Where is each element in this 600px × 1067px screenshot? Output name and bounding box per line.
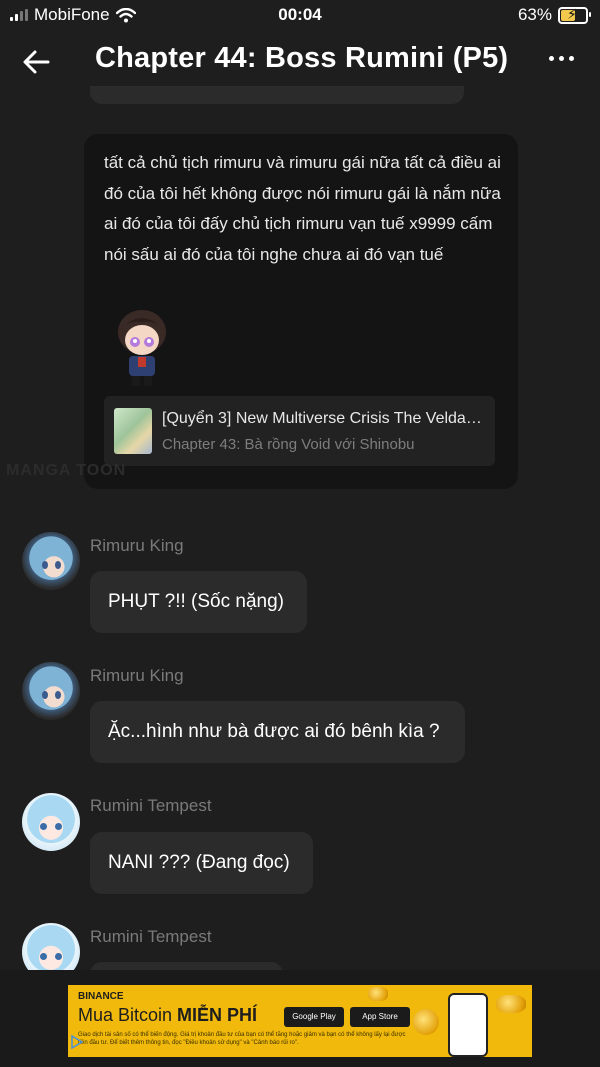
app-store-badge[interactable]: App Store <box>350 1007 410 1027</box>
ad-headline-bold: MIỄN PHÍ <box>177 1005 258 1025</box>
back-button[interactable] <box>18 44 54 80</box>
avatar[interactable] <box>22 662 80 720</box>
binance-ad-banner[interactable]: BINANCE Mua Bitcoin MIỄN PHÍ Google Play… <box>68 985 532 1057</box>
google-play-badge[interactable]: Google Play <box>284 1007 344 1027</box>
more-options-button[interactable] <box>545 46 578 71</box>
status-right: 63% ⚡ <box>517 5 591 25</box>
adchoices-icon[interactable] <box>70 1035 84 1049</box>
message-bubble: PHỤT ?!! (Sốc nặng) <box>90 571 307 633</box>
reference-title: [Quyển 3] New Multiverse Crisis The Veld… <box>162 410 488 427</box>
long-message-text: tất cả chủ tịch rimuru và rimuru gái nữa… <box>104 153 501 264</box>
avatar[interactable] <box>22 532 80 590</box>
message-username: Rimuru King <box>90 536 184 555</box>
arrow-left-icon <box>23 50 50 74</box>
ad-headline-prefix: Mua Bitcoin <box>78 1005 178 1025</box>
message-bubble: Ặc...hình như bà được ai đó bênh kìa ? <box>90 701 465 763</box>
message-username: Rimuru King <box>90 666 184 685</box>
long-message-bubble: tất cả chủ tịch rimuru và rimuru gái nữa… <box>84 134 518 489</box>
coin-icon <box>368 987 388 1001</box>
reference-subtitle: Chapter 43: Bà rồng Void với Shinobu <box>162 436 415 453</box>
chapter-title: Chapter 44: Boss Rumini (P5) <box>95 42 509 74</box>
clock: 00:04 <box>278 5 322 24</box>
message-username: Rumini Tempest <box>90 796 212 815</box>
binance-logo: BINANCE <box>78 991 124 1002</box>
message-bubble: NANI ??? (Đang đọc) <box>90 832 313 894</box>
coin-icon <box>496 995 526 1013</box>
ad-headline: Mua Bitcoin MIỄN PHÍ <box>78 1005 257 1026</box>
chibi-sticker-image <box>118 310 166 386</box>
status-bar: MobiFone 00:04 63% ⚡ <box>0 0 600 30</box>
avatar[interactable] <box>22 793 80 851</box>
phone-illustration <box>448 993 488 1057</box>
chapter-header: Chapter 44: Boss Rumini (P5) <box>0 30 600 92</box>
ellipsis-horizontal-icon <box>549 56 554 61</box>
watermark: MANGA TOON <box>6 462 127 479</box>
ad-disclaimer: Giao dịch tài sản số có thể biến động. G… <box>78 1032 406 1046</box>
bitcoin-coin-icon <box>413 1009 439 1035</box>
cover-thumbnail <box>114 408 152 454</box>
previous-message-bubble <box>90 86 464 104</box>
battery-charging-icon: ⚡ <box>558 6 591 24</box>
battery-percent: 63% <box>517 5 552 24</box>
chapter-reference-card[interactable]: [Quyển 3] New Multiverse Crisis The Veld… <box>104 396 495 466</box>
message-username: Rumini Tempest <box>90 927 212 946</box>
